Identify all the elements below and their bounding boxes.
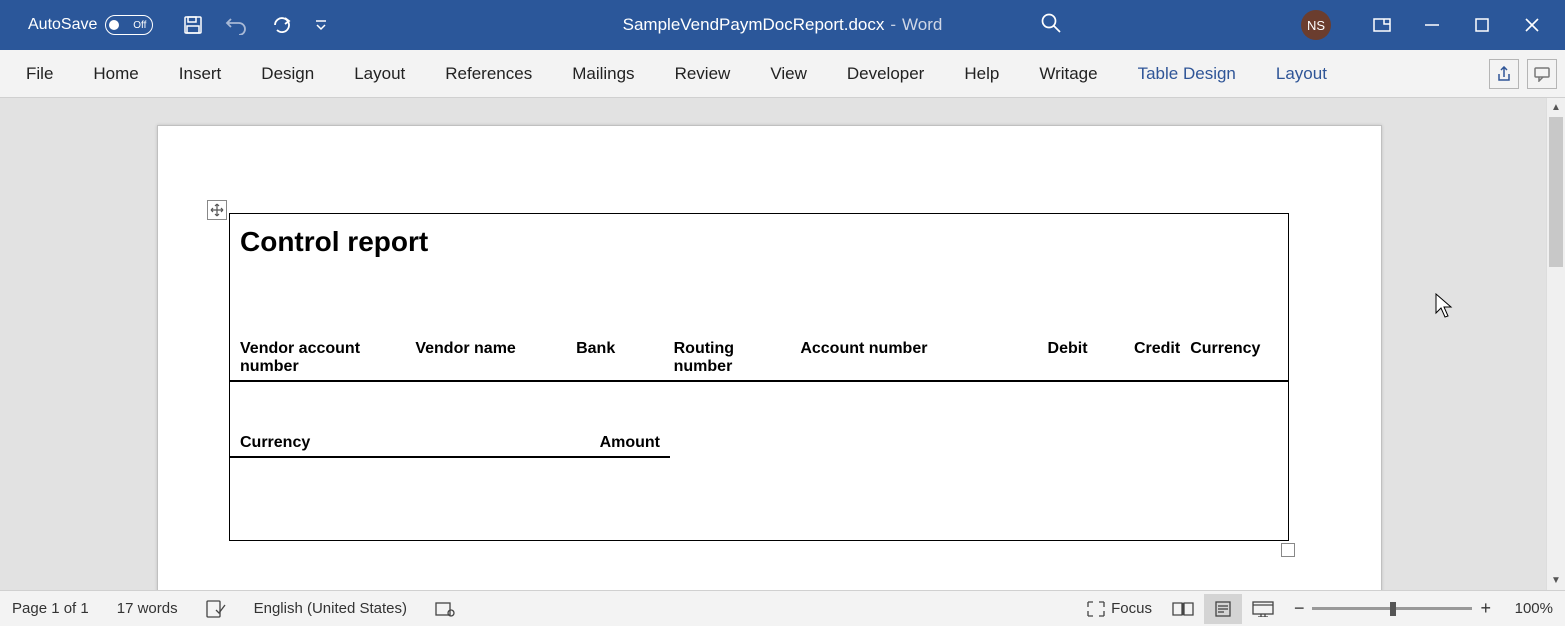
tab-mailings[interactable]: Mailings <box>552 50 654 97</box>
redo-icon[interactable] <box>271 15 293 35</box>
col2-amount: Amount <box>585 434 660 452</box>
search-button[interactable] <box>1040 12 1062 39</box>
close-icon[interactable] <box>1507 0 1557 50</box>
tab-table-layout[interactable]: Layout <box>1256 50 1347 97</box>
zoom-out-icon[interactable]: − <box>1294 598 1305 619</box>
avatar-initials: NS <box>1307 18 1325 33</box>
tab-view[interactable]: View <box>750 50 827 97</box>
table-header-row-1: Vendor account number Vendor name Bank R… <box>230 340 1288 382</box>
toggle-dot <box>109 20 119 30</box>
tab-insert[interactable]: Insert <box>159 50 242 97</box>
col-vendor-account: Vendor account number <box>240 340 415 376</box>
zoom-in-icon[interactable]: + <box>1480 598 1491 619</box>
table-resize-handle-icon[interactable] <box>1281 543 1295 557</box>
vertical-scrollbar[interactable]: ▲ ▼ <box>1546 98 1565 590</box>
save-icon[interactable] <box>183 15 203 35</box>
autosave-label: AutoSave <box>28 16 97 34</box>
ribbon-display-options-icon[interactable] <box>1357 0 1407 50</box>
scroll-down-icon[interactable]: ▼ <box>1547 571 1565 590</box>
table-header-row-2: Currency Amount <box>230 434 670 458</box>
statusbar: Page 1 of 1 17 words English (United Sta… <box>0 590 1565 626</box>
zoom-handle[interactable] <box>1390 602 1396 616</box>
window-controls: NS <box>1301 0 1557 50</box>
summary-block: Currency Amount <box>230 434 670 458</box>
document-table[interactable]: Control report Vendor account number Ven… <box>229 213 1289 541</box>
focus-mode-button[interactable]: Focus <box>1077 594 1162 624</box>
mouse-cursor-icon <box>1435 293 1455 324</box>
window-title: SampleVendPaymDocReport.docx - Word <box>623 15 943 35</box>
tab-home[interactable]: Home <box>73 50 158 97</box>
autosave-toggle-wrap[interactable]: AutoSave Off <box>28 15 153 35</box>
tab-developer[interactable]: Developer <box>827 50 945 97</box>
report-heading: Control report <box>230 214 1288 258</box>
status-page[interactable]: Page 1 of 1 <box>12 600 89 617</box>
col-currency: Currency <box>1190 340 1278 376</box>
document-canvas[interactable]: Control report Vendor account number Ven… <box>0 98 1565 590</box>
maximize-icon[interactable] <box>1457 0 1507 50</box>
read-mode-icon[interactable] <box>1164 594 1202 624</box>
status-words[interactable]: 17 words <box>117 600 178 617</box>
col-debit: Debit <box>985 340 1097 376</box>
tab-table-design[interactable]: Table Design <box>1118 50 1256 97</box>
autosave-toggle[interactable]: Off <box>105 15 153 35</box>
col-routing: Routing number <box>674 340 801 376</box>
col-bank: Bank <box>576 340 674 376</box>
table-move-handle-icon[interactable] <box>207 200 227 220</box>
col-account: Account number <box>800 340 985 376</box>
web-layout-icon[interactable] <box>1244 594 1282 624</box>
scrollbar-thumb[interactable] <box>1549 117 1563 267</box>
tab-writage[interactable]: Writage <box>1019 50 1117 97</box>
tab-references[interactable]: References <box>425 50 552 97</box>
tab-layout[interactable]: Layout <box>334 50 425 97</box>
scroll-up-icon[interactable]: ▲ <box>1547 98 1565 117</box>
avatar[interactable]: NS <box>1301 10 1331 40</box>
app-name: Word <box>902 15 942 35</box>
title-sep: - <box>890 15 896 35</box>
customize-qat-icon[interactable] <box>315 19 327 31</box>
quick-access-toolbar <box>183 15 327 35</box>
ribbon-tabs: File Home Insert Design Layout Reference… <box>0 50 1565 98</box>
focus-label: Focus <box>1111 600 1152 617</box>
col-vendor-name: Vendor name <box>415 340 576 376</box>
zoom-slider[interactable]: − + <box>1294 598 1491 619</box>
col-credit: Credit <box>1098 340 1191 376</box>
tab-help[interactable]: Help <box>944 50 1019 97</box>
doc-filename: SampleVendPaymDocReport.docx <box>623 15 885 35</box>
undo-icon[interactable] <box>225 15 249 35</box>
print-layout-icon[interactable] <box>1204 594 1242 624</box>
tab-design[interactable]: Design <box>241 50 334 97</box>
macro-recording-icon[interactable] <box>435 600 455 618</box>
autosave-state: Off <box>133 20 146 31</box>
tab-file[interactable]: File <box>6 50 73 97</box>
col2-currency: Currency <box>240 434 585 452</box>
titlebar: AutoSave Off SampleVendPaymDocReport.doc… <box>0 0 1565 50</box>
share-icon[interactable] <box>1489 59 1519 89</box>
zoom-percentage[interactable]: 100% <box>1503 600 1553 617</box>
comments-icon[interactable] <box>1527 59 1557 89</box>
minimize-icon[interactable] <box>1407 0 1457 50</box>
status-language[interactable]: English (United States) <box>254 600 407 617</box>
tab-review[interactable]: Review <box>655 50 751 97</box>
spellcheck-icon[interactable] <box>206 600 226 618</box>
zoom-track[interactable] <box>1312 607 1472 610</box>
